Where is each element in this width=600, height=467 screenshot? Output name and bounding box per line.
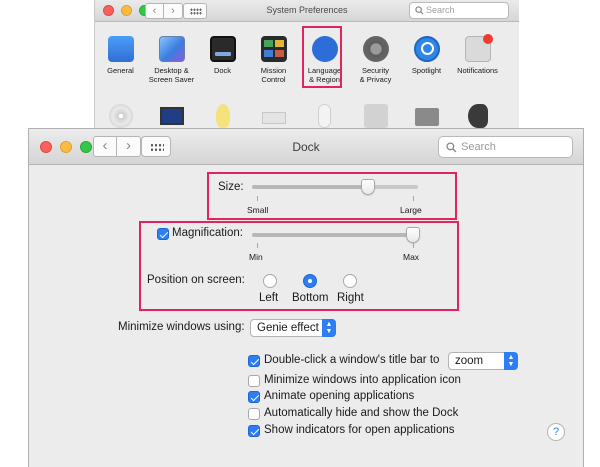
- magnification-tick-min: [257, 243, 258, 248]
- double-click-checkbox[interactable]: [248, 355, 260, 367]
- pref-label: Dock: [213, 66, 232, 75]
- magnification-max-label: Max: [403, 252, 420, 262]
- cd-icon: [108, 104, 133, 128]
- sp-titlebar: ‹ › System Preferences Search: [95, 0, 519, 22]
- pref-energy-saver[interactable]: [197, 104, 248, 128]
- pref-label: Security & Privacy: [359, 66, 392, 84]
- show-indicators-label: Show indicators for open applications: [264, 424, 455, 436]
- dock-preferences-window: ‹ › Dock Search Size: Small Large Magnif…: [28, 128, 584, 467]
- position-bottom-label: Bottom: [292, 292, 329, 304]
- position-bottom-radio[interactable]: [303, 274, 317, 288]
- energy-icon: [215, 104, 230, 128]
- auto-hide-dock-checkbox[interactable]: [248, 408, 260, 420]
- mission-control-icon: [260, 36, 287, 62]
- minimize-effect-popup[interactable]: Genie effect ▲ ▼: [250, 319, 336, 337]
- animate-opening-label: Animate opening applications: [264, 390, 415, 402]
- prefs-row-1: General Desktop & Screen Saver Dock Miss…: [95, 34, 503, 84]
- sp-search-placeholder: Search: [426, 5, 455, 15]
- pref-label: Notifications: [457, 66, 498, 75]
- display-icon: [159, 107, 184, 125]
- dock-icon: [209, 36, 236, 62]
- pref-label: General: [107, 66, 134, 75]
- show-indicators-checkbox[interactable]: [248, 425, 260, 437]
- magnification-slider-fill: [252, 233, 414, 237]
- pref-label: Desktop & Screen Saver: [148, 66, 195, 84]
- size-tick-max: [413, 196, 414, 201]
- magnification-checkbox[interactable]: [157, 228, 169, 240]
- pref-dock[interactable]: Dock: [197, 36, 248, 84]
- magnification-slider-thumb[interactable]: [406, 227, 421, 243]
- position-right-radio[interactable]: [343, 274, 357, 288]
- prefs-row-2: [95, 104, 503, 128]
- pref-trackpad[interactable]: [350, 104, 401, 128]
- notifications-icon: [464, 34, 493, 62]
- pref-general[interactable]: General: [95, 36, 146, 84]
- minimize-effect-value: Genie effect: [257, 322, 319, 334]
- size-slider[interactable]: [252, 179, 418, 195]
- mouse-icon: [318, 104, 331, 128]
- desktop-icon: [158, 36, 185, 62]
- double-click-label: Double-click a window's title bar to: [264, 354, 440, 366]
- search-icon: [446, 142, 457, 153]
- pref-keyboard[interactable]: [248, 104, 299, 128]
- pref-printers[interactable]: [401, 104, 452, 128]
- double-click-action-value: zoom: [455, 355, 484, 367]
- sp-search-input[interactable]: Search: [409, 2, 509, 19]
- pref-cds-dvds[interactable]: [95, 104, 146, 128]
- printer-icon: [414, 108, 439, 126]
- position-left-radio[interactable]: [263, 274, 277, 288]
- spotlight-icon: [413, 36, 440, 62]
- position-label: Position on screen:: [147, 274, 245, 286]
- size-label: Size:: [218, 181, 244, 193]
- magnification-tick-max: [413, 243, 414, 248]
- help-button[interactable]: ?: [547, 423, 565, 441]
- magnification-min-label: Min: [249, 252, 263, 262]
- size-slider-fill: [252, 185, 369, 189]
- dock-search-input[interactable]: Search: [438, 136, 573, 158]
- position-right-label: Right: [337, 292, 364, 304]
- pref-mouse[interactable]: [299, 104, 350, 128]
- general-icon: [107, 36, 134, 62]
- minimize-using-label: Minimize windows using:: [118, 321, 245, 333]
- dock-search-placeholder: Search: [461, 141, 496, 153]
- size-slider-thumb[interactable]: [361, 179, 376, 195]
- double-click-action-popup[interactable]: zoom ▲ ▼: [448, 352, 518, 370]
- minimize-into-app-icon-checkbox[interactable]: [248, 375, 260, 387]
- pref-sound[interactable]: [452, 104, 503, 128]
- size-tick-min: [257, 196, 258, 201]
- updown-arrow-icon: ▲ ▼: [504, 352, 518, 370]
- sound-icon: [467, 104, 488, 128]
- security-privacy-icon: [362, 36, 389, 62]
- dock-pane-highlight: [302, 26, 342, 88]
- pref-desktop-screen-saver[interactable]: Desktop & Screen Saver: [146, 36, 197, 84]
- size-min-label: Small: [247, 205, 269, 215]
- pref-spotlight[interactable]: Spotlight: [401, 36, 452, 84]
- pref-label: Mission Control: [260, 66, 287, 84]
- magnification-slider[interactable]: [252, 227, 421, 243]
- animate-opening-checkbox[interactable]: [248, 391, 260, 403]
- pref-mission-control[interactable]: Mission Control: [248, 36, 299, 84]
- search-icon: [415, 6, 424, 15]
- size-max-label: Large: [400, 205, 422, 215]
- pref-displays[interactable]: [146, 104, 197, 128]
- minimize-into-app-icon-label: Minimize windows into application icon: [264, 374, 461, 386]
- dock-titlebar: ‹ › Dock Search: [29, 129, 583, 165]
- updown-arrow-icon: ▲ ▼: [322, 319, 336, 337]
- pref-security-privacy[interactable]: Security & Privacy: [350, 36, 401, 84]
- auto-hide-dock-label: Automatically hide and show the Dock: [264, 407, 459, 419]
- keyboard-icon: [261, 112, 286, 124]
- pref-notifications[interactable]: Notifications: [452, 34, 503, 84]
- pref-label: Spotlight: [411, 66, 442, 75]
- position-left-label: Left: [259, 292, 279, 304]
- trackpad-icon: [363, 104, 388, 128]
- magnification-label: Magnification:: [172, 227, 243, 239]
